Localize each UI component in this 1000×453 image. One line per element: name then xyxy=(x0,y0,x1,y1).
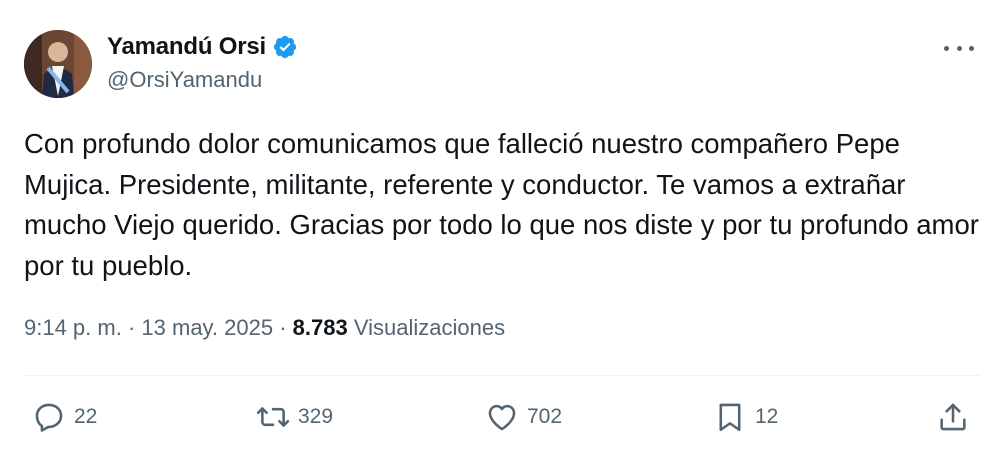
bookmark-icon xyxy=(719,403,741,432)
like-button[interactable]: 702 xyxy=(485,395,562,439)
retweet-icon xyxy=(256,407,290,427)
tweet-text: Con profundo dolor comunicamos que falle… xyxy=(24,128,979,281)
display-name[interactable]: Yamandú Orsi xyxy=(107,33,266,61)
name-row: Yamandú Orsi xyxy=(107,31,298,63)
reply-count: 22 xyxy=(74,405,98,428)
handle[interactable]: @OrsiYamandu xyxy=(107,67,298,93)
retweet-count: 329 xyxy=(298,405,334,428)
action-bar: 22 329 702 12 xyxy=(0,395,1000,439)
share-icon xyxy=(940,403,966,431)
tweet-card: Yamandú Orsi @OrsiYamandu Con profundo d… xyxy=(0,0,1000,453)
reply-icon xyxy=(35,403,63,432)
more-horizontal-icon[interactable] xyxy=(944,38,974,58)
bookmark-button[interactable]: 12 xyxy=(713,395,778,439)
reply-button[interactable]: 22 xyxy=(32,395,97,439)
bookmark-count: 12 xyxy=(755,405,779,428)
avatar[interactable] xyxy=(24,30,92,98)
retweet-button[interactable]: 329 xyxy=(256,395,333,439)
views-label: Visualizaciones xyxy=(353,315,506,340)
meta-separator: · xyxy=(121,315,142,340)
verified-badge-icon xyxy=(272,34,298,60)
tweet-meta: 9:14 p. m. · 13 may. 2025 · 8.783 Visual… xyxy=(24,315,505,341)
share-button[interactable] xyxy=(936,395,970,439)
author-block: Yamandú Orsi @OrsiYamandu xyxy=(107,31,298,93)
tweet-date[interactable]: 13 may. 2025 xyxy=(141,315,273,340)
views-count: 8.783 xyxy=(292,315,348,340)
divider xyxy=(24,375,980,376)
like-count: 702 xyxy=(527,405,563,428)
tweet-time[interactable]: 9:14 p. m. xyxy=(24,315,122,340)
meta-separator: · xyxy=(273,315,293,340)
heart-icon xyxy=(488,404,516,431)
